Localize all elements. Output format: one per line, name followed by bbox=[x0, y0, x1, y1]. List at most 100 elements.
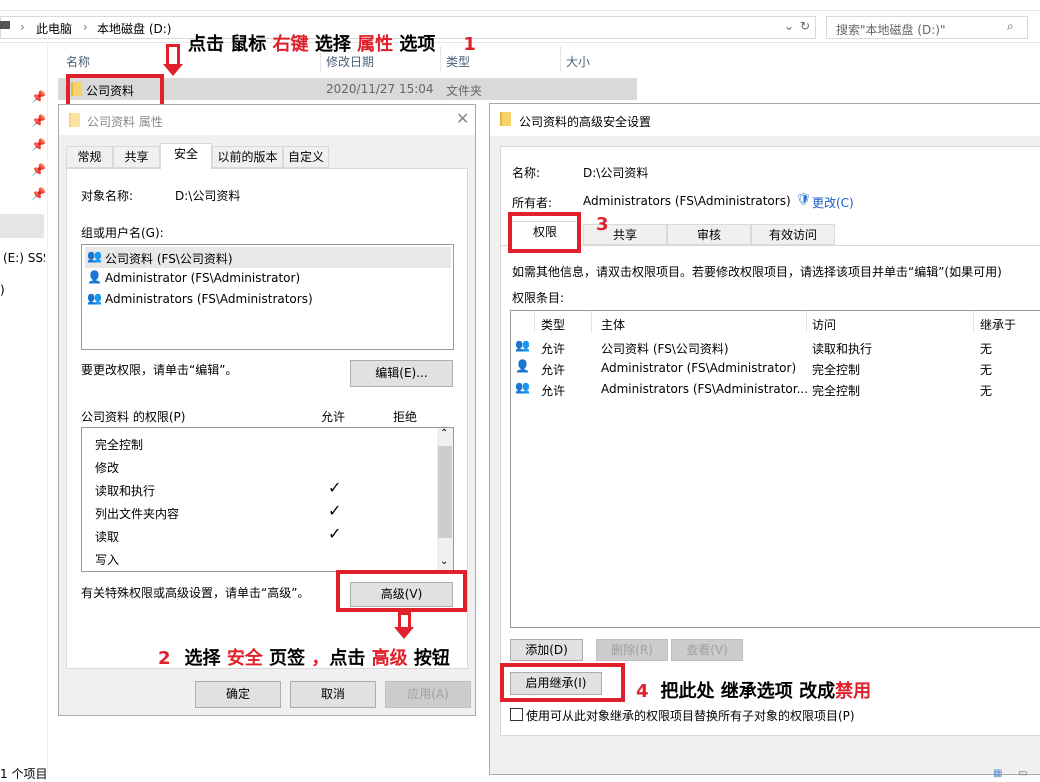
column-name[interactable]: 名称 bbox=[66, 53, 90, 70]
close-icon[interactable]: ✕ bbox=[456, 109, 469, 128]
nav-pane-border bbox=[47, 43, 48, 773]
cancel-button[interactable]: 取消 bbox=[290, 681, 376, 708]
scroll-down-icon[interactable]: ⌄ bbox=[440, 556, 448, 567]
scrollbar-thumb[interactable] bbox=[438, 446, 452, 538]
large-icons-view-icon[interactable]: ▭ bbox=[1018, 768, 1027, 779]
cell: 允许 bbox=[541, 382, 565, 399]
cell: 允许 bbox=[541, 361, 565, 378]
chevron-icon: › bbox=[20, 20, 25, 34]
cell: 公司资料 (FS\公司资料) bbox=[601, 340, 729, 357]
folder-icon bbox=[69, 113, 80, 127]
change-owner-link[interactable]: 更改(C) bbox=[812, 194, 854, 211]
status-item-count: 1 个项目 bbox=[0, 765, 47, 782]
file-type: 文件夹 bbox=[446, 82, 482, 99]
tab-customize[interactable]: 自定义 bbox=[283, 146, 329, 168]
nav-item-selected[interactable] bbox=[0, 214, 44, 238]
chevron-down-icon[interactable]: ⌄ bbox=[784, 19, 794, 33]
permissions-label: 公司资料 的权限(P) bbox=[81, 408, 185, 425]
nav-item[interactable]: ) bbox=[0, 283, 5, 297]
highlight-box bbox=[500, 663, 625, 702]
user-item[interactable]: 公司资料 (FS\公司资料) bbox=[105, 250, 233, 267]
divider bbox=[0, 42, 1040, 43]
group-icon: 👥 bbox=[87, 291, 102, 305]
edit-hint: 要更改权限，请单击“编辑”。 bbox=[81, 361, 237, 378]
user-item[interactable]: Administrator (FS\Administrator) bbox=[105, 271, 300, 285]
pin-icon: 📌 bbox=[31, 138, 46, 152]
dialog-title: 公司资料 属性 bbox=[87, 113, 163, 130]
nav-item-e-drive[interactable]: (E:) SSS bbox=[3, 251, 45, 265]
tab-auditing[interactable]: 审核 bbox=[667, 224, 751, 245]
allow-check-icon: ✓ bbox=[328, 524, 341, 543]
info-text: 如需其他信息，请双击权限项目。若要修改权限项目，请选择该项目并单击“编辑”(如果… bbox=[512, 263, 1002, 280]
group-icon: 👥 bbox=[87, 249, 102, 263]
cell: 无 bbox=[980, 361, 992, 378]
tab-security[interactable]: 安全 bbox=[160, 143, 212, 169]
user-item[interactable]: Administrators (FS\Administrators) bbox=[105, 292, 313, 306]
arrow-down-icon bbox=[166, 44, 180, 66]
tab-sharing[interactable]: 共享 bbox=[113, 146, 160, 168]
permission-entries-table[interactable]: 类型 主体 访问 继承于 👥允许公司资料 (FS\公司资料)读取和执行无👤允许A… bbox=[510, 310, 1040, 628]
scrollbar[interactable]: ⌃ ⌄ bbox=[437, 428, 453, 571]
permission-item: 完全控制 bbox=[95, 436, 143, 453]
tab-effective-access[interactable]: 有效访问 bbox=[751, 224, 835, 245]
scroll-up-icon[interactable]: ⌃ bbox=[440, 428, 448, 439]
cell: 允许 bbox=[541, 340, 565, 357]
add-button[interactable]: 添加(D) bbox=[510, 639, 583, 661]
file-date: 2020/11/27 15:04 bbox=[326, 82, 434, 96]
name-label: 名称: bbox=[512, 164, 540, 181]
details-view-icon[interactable]: ▦ bbox=[993, 768, 1002, 779]
cell: 读取和执行 bbox=[812, 340, 872, 357]
permission-entry-row[interactable]: 👥允许Administrators (FS\Administrator...完全… bbox=[511, 379, 1040, 399]
edit-button[interactable]: 编辑(E)... bbox=[350, 360, 453, 387]
arrow-head-icon bbox=[163, 64, 183, 76]
highlight-box bbox=[66, 74, 164, 108]
highlight-box bbox=[508, 212, 581, 253]
column-type[interactable]: 类型 bbox=[541, 316, 565, 333]
annotation-step2: 2选择 安全 页签 ，点击 高级 按钮 bbox=[158, 644, 450, 670]
allow-header: 允许 bbox=[321, 408, 345, 425]
remove-button[interactable]: 删除(R) bbox=[596, 639, 668, 661]
breadcrumb-drive[interactable]: 本地磁盘 (D:) bbox=[97, 20, 171, 37]
permission-item: 修改 bbox=[95, 459, 119, 476]
arrow-down-icon bbox=[398, 612, 411, 628]
uac-shield-icon: 🛡 bbox=[796, 192, 811, 206]
replace-child-permissions-label[interactable]: 使用可从此对象继承的权限项目替换所有子对象的权限项目(P) bbox=[526, 707, 855, 724]
object-name-label: 对象名称: bbox=[81, 187, 133, 204]
permission-entry-row[interactable]: 👤允许Administrator (FS\Administrator)完全控制无 bbox=[511, 358, 1040, 378]
pin-icon: 📌 bbox=[31, 187, 46, 201]
column-inherited-from[interactable]: 继承于 bbox=[980, 316, 1016, 333]
column-access[interactable]: 访问 bbox=[812, 316, 836, 333]
cell: 完全控制 bbox=[812, 361, 860, 378]
dialog-title: 公司资料的高级安全设置 bbox=[519, 113, 651, 130]
refresh-icon[interactable]: ↻ bbox=[800, 19, 810, 33]
replace-child-permissions-checkbox[interactable] bbox=[510, 708, 523, 721]
annotation-step1: 点击 鼠标 右键 选择 属性 选项1 bbox=[188, 30, 476, 56]
apply-button[interactable]: 应用(A) bbox=[385, 681, 471, 708]
pin-icon: 📌 bbox=[31, 90, 46, 104]
user-list[interactable]: 👥 公司资料 (FS\公司资料) 👤 Administrator (FS\Adm… bbox=[81, 244, 454, 350]
ok-button[interactable]: 确定 bbox=[195, 681, 281, 708]
annotation-step4: 4把此处 继承选项 改成禁用 bbox=[636, 677, 871, 703]
breadcrumb-this-pc[interactable]: 此电脑 bbox=[36, 20, 72, 37]
tab-previous-versions[interactable]: 以前的版本 bbox=[212, 146, 283, 168]
cell: 无 bbox=[980, 340, 992, 357]
deny-header: 拒绝 bbox=[393, 408, 417, 425]
permission-item: 读取和执行 bbox=[95, 482, 155, 499]
pin-icon: 📌 bbox=[31, 114, 46, 128]
permission-entry-row[interactable]: 👥 允许 公司资料 (FS\公司资料) 读取和执行 无 bbox=[511, 337, 1040, 357]
allow-check-icon: ✓ bbox=[328, 501, 341, 520]
tab-general[interactable]: 常规 bbox=[66, 146, 113, 168]
folder-icon bbox=[500, 112, 511, 126]
permission-item: 列出文件夹内容 bbox=[95, 505, 179, 522]
entries-label: 权限条目: bbox=[512, 289, 564, 306]
group-icon: 👥 bbox=[515, 338, 530, 352]
column-divider bbox=[560, 46, 561, 72]
column-principal[interactable]: 主体 bbox=[601, 316, 625, 333]
column-size[interactable]: 大小 bbox=[566, 53, 590, 70]
cell: 无 bbox=[980, 382, 992, 399]
view-button[interactable]: 查看(V) bbox=[671, 639, 743, 661]
user-icon: 👤 bbox=[515, 359, 530, 373]
permissions-list[interactable]: 完全控制修改读取和执行✓列出文件夹内容✓读取✓写入 ⌃ ⌄ bbox=[81, 427, 454, 572]
search-input[interactable]: 搜索"本地磁盘 (D:)" ⌕ bbox=[826, 16, 1028, 39]
owner-value: Administrators (FS\Administrators) bbox=[583, 194, 791, 208]
